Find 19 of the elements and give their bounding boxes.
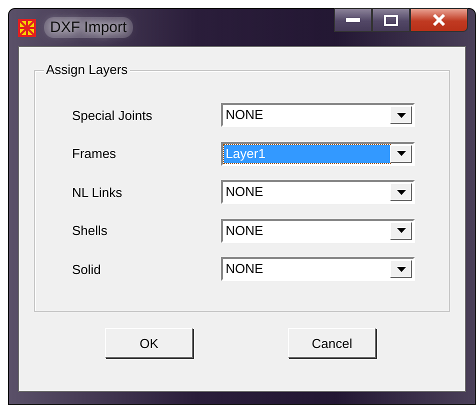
field-label: Solid [72, 262, 102, 276]
layer-dropdown[interactable]: NONE [220, 257, 415, 281]
minimize-icon [346, 18, 360, 22]
close-icon [432, 14, 446, 26]
field-label: NL Links [72, 184, 124, 200]
field-label: Frames [72, 146, 118, 161]
dialog-button[interactable]: Cancel [288, 328, 376, 358]
app-logo-icon [18, 18, 36, 36]
maximize-icon [384, 14, 398, 26]
minimize-button[interactable] [334, 8, 372, 32]
field-label: Special Joints [72, 108, 154, 122]
layer-dropdown[interactable]: NONE [220, 180, 415, 204]
layer-dropdown[interactable]: NONE [220, 218, 415, 242]
maximize-button[interactable] [372, 8, 410, 32]
layer-dropdown[interactable]: NONE [220, 103, 415, 127]
field-label: Shells [72, 223, 108, 238]
dialog-button[interactable]: OK [105, 328, 193, 358]
close-button[interactable] [410, 8, 468, 32]
group-title: Assign Layers [44, 62, 130, 77]
